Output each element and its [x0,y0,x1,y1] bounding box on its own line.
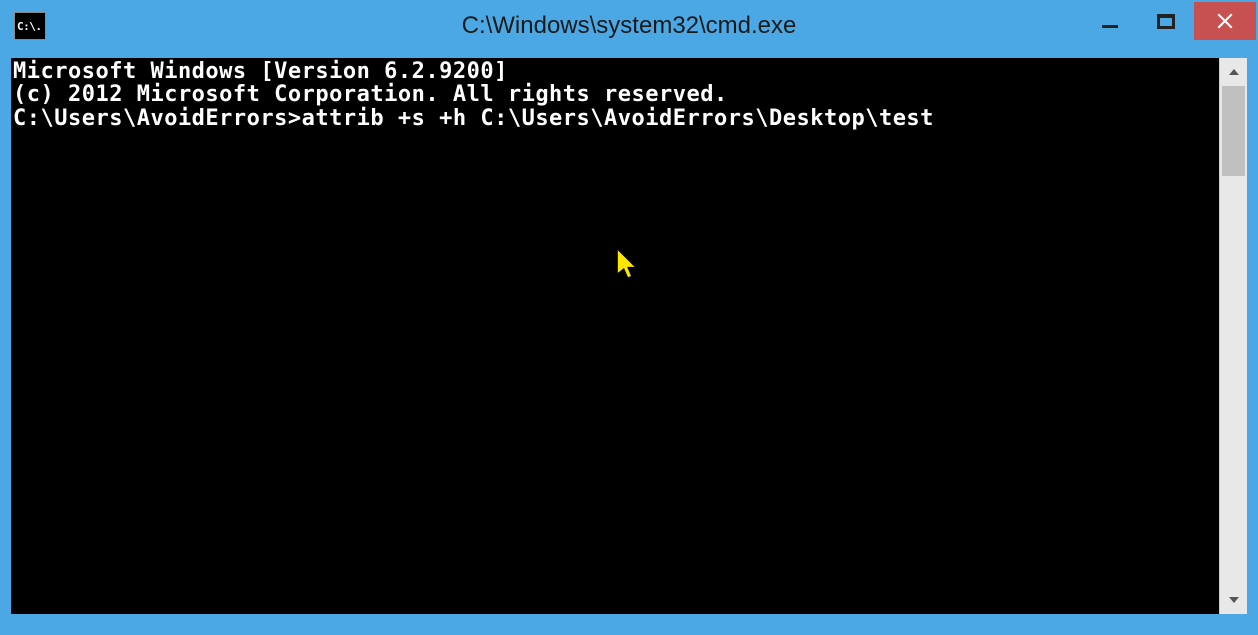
window-controls [1082,2,1256,40]
cmd-window: C:\. C:\Windows\system32\cmd.exe Microso… [0,0,1258,625]
maximize-icon [1157,14,1175,29]
content-wrapper: Microsoft Windows [Version 6.2.9200](c) … [2,50,1256,623]
close-button[interactable] [1194,2,1256,40]
prompt-line: C:\Users\AvoidErrors>attrib +s +h C:\Use… [13,107,1217,130]
chevron-down-icon [1228,596,1240,604]
titlebar[interactable]: C:\. C:\Windows\system32\cmd.exe [2,2,1256,50]
minimize-icon [1102,25,1118,28]
app-icon-label: C:\. [17,20,42,33]
scroll-thumb[interactable] [1222,86,1245,176]
close-icon [1216,12,1234,30]
scroll-up-button[interactable] [1220,58,1247,86]
minimize-button[interactable] [1082,2,1138,40]
vertical-scrollbar[interactable] [1219,58,1247,614]
terminal-output[interactable]: Microsoft Windows [Version 6.2.9200](c) … [11,58,1219,614]
maximize-button[interactable] [1138,2,1194,40]
scroll-track[interactable] [1220,86,1247,586]
window-title: C:\Windows\system32\cmd.exe [462,12,797,40]
chevron-up-icon [1228,68,1240,76]
app-icon[interactable]: C:\. [14,12,46,40]
version-line: Microsoft Windows [Version 6.2.9200] [13,60,1217,83]
scroll-down-button[interactable] [1220,586,1247,614]
copyright-line: (c) 2012 Microsoft Corporation. All righ… [13,83,1217,106]
